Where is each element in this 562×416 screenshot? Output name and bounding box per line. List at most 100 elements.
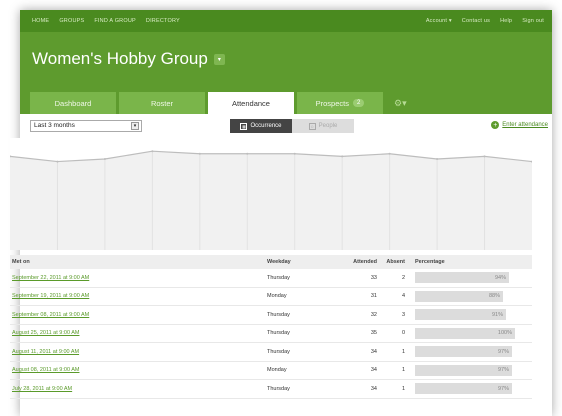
tab-attendance[interactable]: Attendance (208, 92, 294, 114)
absent-cell: 0 (401, 330, 405, 337)
meeting-date-link[interactable]: September 19, 2011 at 9:00 AM (10, 293, 267, 299)
top-nav-left: HOME GROUPS FIND A GROUP DIRECTORY (32, 18, 180, 24)
percentage-cell: 97% (415, 383, 515, 395)
percentage-bar: 97% (415, 364, 512, 376)
meeting-date-link[interactable]: August 25, 2011 at 9:00 AM (10, 330, 267, 336)
attended-cell: 34 (370, 385, 377, 392)
chart-point[interactable] (151, 150, 154, 153)
percentage-value: 97% (497, 348, 509, 355)
nav-home-link[interactable]: HOME (32, 18, 49, 24)
percentage-bar: 97% (415, 383, 512, 395)
gear-icon[interactable]: ⚙▾ (394, 92, 412, 114)
tab-prospects[interactable]: Prospects 2 (297, 92, 383, 114)
table-row: July 28, 2011 at 9:00 AM Thursday 34 1 97% (10, 380, 532, 399)
percentage-value: 97% (497, 385, 509, 392)
percentage-value: 94% (494, 274, 506, 281)
top-nav-right: Account ▾ Contact us Help Sign out (426, 18, 544, 24)
top-nav: HOME GROUPS FIND A GROUP DIRECTORY Accou… (20, 10, 552, 32)
chart-point[interactable] (388, 152, 391, 155)
table-row: August 08, 2011 at 9:00 AM Monday 34 1 97% (10, 362, 532, 380)
chart-point[interactable] (198, 152, 201, 155)
period-select-value: Last 3 months (34, 122, 75, 129)
table-header: Met on Weekday Attended Absent Percentag… (10, 255, 532, 269)
percentage-cell: 91% (415, 309, 515, 321)
tab-prospects-label: Prospects (315, 98, 349, 108)
attendance-chart-svg (10, 138, 532, 250)
chevron-down-icon: ▾ (131, 122, 139, 130)
person-icon: ☺ (308, 122, 316, 130)
absent-cell: 1 (401, 385, 405, 392)
table-row: September 19, 2011 at 9:00 AM Monday 31 4 88… (10, 288, 532, 306)
header-percentage[interactable]: Percentage (415, 259, 515, 265)
attended-cell: 34 (370, 367, 377, 374)
attended-cell: 31 (370, 293, 377, 300)
percentage-bar: 100% (415, 327, 515, 339)
table-row: September 22, 2011 at 9:00 AM Thursday 33 2… (10, 269, 532, 288)
header-absent[interactable]: Absent (377, 259, 405, 265)
weekday-cell: Thursday (267, 330, 290, 337)
percentage-bar: 94% (415, 272, 509, 284)
chart-point[interactable] (246, 152, 249, 155)
table-row: September 08, 2011 at 9:00 AM Thursday 32 3… (10, 306, 532, 325)
meeting-date-link[interactable]: September 08, 2011 at 9:00 AM (10, 312, 267, 318)
nav-contact-link[interactable]: Contact us (462, 18, 490, 24)
prospects-count-badge: 2 (353, 99, 365, 107)
percentage-cell: 97% (415, 346, 515, 358)
toggle-people-button[interactable]: ☺ People (292, 119, 354, 133)
view-toggle: ▦ Occurrence ☺ People (230, 119, 354, 133)
chart-point[interactable] (103, 157, 106, 160)
chevron-down-icon[interactable]: ▾ (213, 53, 225, 65)
nav-groups-link[interactable]: GROUPS (59, 18, 84, 24)
chart-point[interactable] (483, 155, 486, 158)
attendance-table: Met on Weekday Attended Absent Percentag… (10, 255, 532, 399)
toggle-people-label: People (318, 123, 338, 129)
absent-cell: 4 (401, 293, 405, 300)
tab-dashboard[interactable]: Dashboard (30, 92, 116, 114)
chart-point[interactable] (341, 155, 344, 158)
plus-icon: + (491, 121, 500, 129)
percentage-bar: 88% (415, 290, 503, 302)
weekday-cell: Thursday (267, 385, 290, 392)
toggle-occurrence-button[interactable]: ▦ Occurrence (230, 119, 292, 133)
tab-roster[interactable]: Roster (119, 92, 205, 114)
calendar-icon: ▦ (240, 122, 248, 130)
chart-point[interactable] (56, 160, 59, 163)
meeting-date-link[interactable]: August 08, 2011 at 9:00 AM (10, 367, 267, 373)
period-select[interactable]: Last 3 months ▾ (30, 120, 142, 132)
weekday-cell: Monday (267, 293, 287, 300)
weekday-cell: Thursday (267, 348, 290, 355)
header-met-on[interactable]: Met on (10, 259, 267, 265)
attended-cell: 32 (370, 311, 377, 318)
nav-account-menu[interactable]: Account ▾ (426, 18, 452, 24)
absent-cell: 3 (401, 311, 405, 318)
meeting-date-link[interactable]: July 28, 2011 at 9:00 AM (10, 386, 267, 392)
meeting-date-link[interactable]: August 11, 2011 at 9:00 AM (10, 349, 267, 355)
percentage-cell: 94% (415, 272, 515, 284)
nav-help-link[interactable]: Help (500, 18, 512, 24)
nav-signout-link[interactable]: Sign out (522, 18, 544, 24)
toggle-occurrence-label: Occurrence (250, 123, 282, 129)
page-title: Women's Hobby Group ▾ (32, 49, 225, 69)
header-weekday[interactable]: Weekday (267, 259, 347, 265)
percentage-value: 100% (497, 330, 512, 337)
percentage-cell: 100% (415, 327, 515, 339)
attendance-chart (10, 138, 532, 250)
attended-cell: 33 (370, 274, 377, 281)
header-attended[interactable]: Attended (347, 259, 377, 265)
nav-find-group-link[interactable]: FIND A GROUP (94, 18, 136, 24)
weekday-cell: Thursday (267, 274, 290, 281)
percentage-cell: 97% (415, 364, 515, 376)
nav-directory-link[interactable]: DIRECTORY (146, 18, 180, 24)
tab-dashboard-label: Dashboard (54, 98, 92, 108)
absent-cell: 1 (401, 348, 405, 355)
meeting-date-link[interactable]: September 22, 2011 at 9:00 AM (10, 275, 267, 281)
chart-point[interactable] (436, 157, 439, 160)
percentage-value: 91% (491, 311, 503, 318)
enter-attendance-link[interactable]: + Enter attendance (491, 121, 548, 129)
percentage-bar: 91% (415, 309, 506, 321)
tab-bar: Dashboard Roster Attendance Prospects 2 … (30, 92, 412, 114)
chart-point[interactable] (293, 152, 296, 155)
percentage-cell: 88% (415, 290, 515, 302)
absent-cell: 1 (401, 367, 405, 374)
tab-attendance-label: Attendance (232, 98, 270, 108)
